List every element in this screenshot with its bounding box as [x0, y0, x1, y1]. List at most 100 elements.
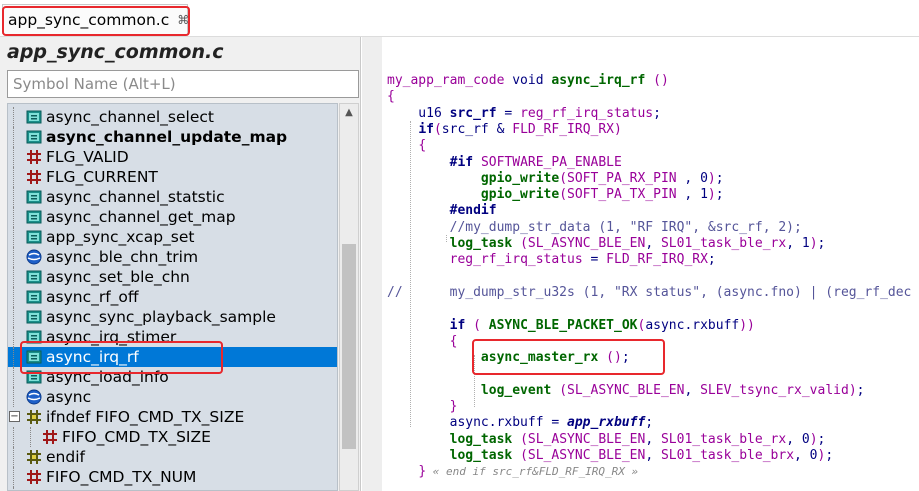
code-token: SOFT_PA_TX_PIN: [567, 187, 677, 203]
outline-item[interactable]: async_irq_rf: [8, 347, 337, 367]
symbol-outline-panel: app_sync_common.c async_channel_selectas…: [0, 37, 361, 491]
outline-item[interactable]: async_sync_playback_sample: [8, 307, 337, 327]
outline-scrollbar[interactable]: ▲: [339, 103, 359, 491]
outline-item-label: async_irq_rf: [46, 348, 139, 366]
macro-icon: [42, 429, 58, 445]
code-token: u16: [387, 105, 450, 121]
indent-guide: [474, 355, 475, 407]
file-tab-title[interactable]: app_sync_common.c: [8, 11, 169, 29]
outline-item[interactable]: async_irq_stimer: [8, 327, 337, 347]
tree-guide-line: [13, 207, 15, 227]
code-token: if: [418, 121, 434, 137]
code-token: , 0: [676, 170, 708, 186]
symbol-search-input[interactable]: [7, 70, 359, 98]
code-token: ,: [684, 382, 701, 398]
tree-guide-line: [13, 447, 15, 467]
code-line: #endif: [387, 203, 497, 219]
outline-item[interactable]: endif: [8, 447, 337, 467]
code-token: // my_dump_str_u32s (1, "RX status", (as…: [387, 284, 912, 300]
global-variable-icon: [26, 389, 42, 405]
code-token: async.rxbuff: [645, 317, 740, 333]
tree-guide-line: [13, 187, 15, 207]
outline-item[interactable]: async_channel_get_map: [8, 207, 337, 227]
code-line: async_master_rx ();: [387, 350, 630, 366]
code-token: log_task: [449, 447, 513, 463]
macro-icon: [26, 149, 42, 165]
code-token: (: [559, 187, 568, 203]
code-line: // my_dump_str_u32s (1, "RX status", (as…: [387, 285, 911, 301]
scrollbar-thumb[interactable]: [342, 244, 356, 449]
outline-item-label: async_sync_playback_sample: [46, 308, 276, 326]
outline-item[interactable]: MYFIFO_INIT: [8, 487, 337, 490]
code-area[interactable]: my_app_ram_code void async_irq_rf (){ u1…: [382, 37, 919, 491]
outline-item[interactable]: async_channel_select: [8, 107, 337, 127]
code-token: , 0: [786, 431, 810, 447]
outline-item[interactable]: FIFO_CMD_TX_SIZE: [8, 427, 337, 447]
outline-item-label: FLG_VALID: [46, 148, 129, 166]
outline-item[interactable]: async: [8, 387, 337, 407]
code-token: ;: [621, 350, 630, 366]
scroll-up-arrow-icon[interactable]: ▲: [340, 104, 358, 122]
code-line: log_task (SL_ASYNC_BLE_EN, SL01_task_ble…: [387, 447, 834, 464]
collapse-icon[interactable]: −: [9, 411, 20, 422]
code-token: (): [653, 73, 669, 88]
code-token: ,: [645, 236, 661, 251]
code-token: ;: [817, 236, 826, 251]
file-tab[interactable]: app_sync_common.c ⌘: [2, 4, 189, 34]
code-token: ;: [707, 252, 716, 268]
function-icon: [26, 229, 42, 245]
code-token: ;: [715, 170, 724, 186]
outline-item[interactable]: async_channel_update_map: [8, 127, 337, 147]
outline-item[interactable]: async_rf_off: [8, 287, 337, 307]
code-line: {: [387, 334, 458, 350]
outline-item[interactable]: async_load_info: [8, 367, 337, 387]
outline-item-label: async_load_info: [46, 368, 169, 386]
outline-item-label: FIFO_CMD_TX_NUM: [46, 468, 197, 486]
code-token: ): [707, 187, 716, 203]
global-function-icon: [26, 249, 42, 265]
outline-item-label: endif: [46, 448, 85, 466]
outline-item[interactable]: FIFO_CMD_TX_NUM: [8, 467, 337, 487]
outline-item[interactable]: − ifndef FIFO_CMD_TX_SIZE: [8, 407, 337, 427]
outline-title: app_sync_common.c: [7, 41, 224, 63]
tree-guide-line: [13, 127, 15, 147]
code-line: reg_rf_irq_status = FLD_RF_IRQ_RX;: [387, 252, 716, 268]
outline-item[interactable]: async_channel_statstic: [8, 187, 337, 207]
outline-item[interactable]: FLG_CURRENT: [8, 167, 337, 187]
code-token: {: [387, 89, 395, 105]
symbol-list: async_channel_select async_channel_update…: [7, 103, 338, 491]
code-token: gpio_write: [480, 187, 560, 203]
outline-item[interactable]: async_set_ble_chn: [8, 267, 337, 287]
outline-item[interactable]: async_ble_chn_trim: [8, 247, 337, 267]
function-icon: [26, 129, 42, 145]
code-token: (: [520, 447, 528, 463]
outline-item[interactable]: FLG_VALID: [8, 147, 337, 167]
code-token: FLD_RF_IRQ_RX: [512, 121, 614, 137]
code-token: ): [809, 236, 818, 251]
tree-guide-line: [13, 287, 15, 307]
code-token: SL_ASYNC_BLE_EN: [567, 382, 685, 398]
code-token: #if: [449, 154, 481, 170]
outline-item[interactable]: app_sync_xcap_set: [8, 227, 337, 247]
code-token: my_app_ram_code: [387, 73, 513, 88]
tab-close-icon[interactable]: ⌘: [177, 13, 189, 27]
code-token: app_rxbuff: [567, 415, 646, 431]
outline-item-label: FLG_CURRENT: [46, 168, 158, 186]
code-line: }: [387, 399, 458, 415]
code-token: async_irq_rf: [551, 73, 646, 88]
tree-guide-line: [30, 427, 32, 447]
code-token: (: [559, 382, 568, 398]
code-token: {: [418, 138, 427, 154]
code-token: ASYNC_BLE_PACKET_OK: [488, 317, 638, 333]
code-token: reg_rf_irq_status: [449, 252, 583, 268]
code-token: async.rxbuff =: [387, 415, 568, 431]
